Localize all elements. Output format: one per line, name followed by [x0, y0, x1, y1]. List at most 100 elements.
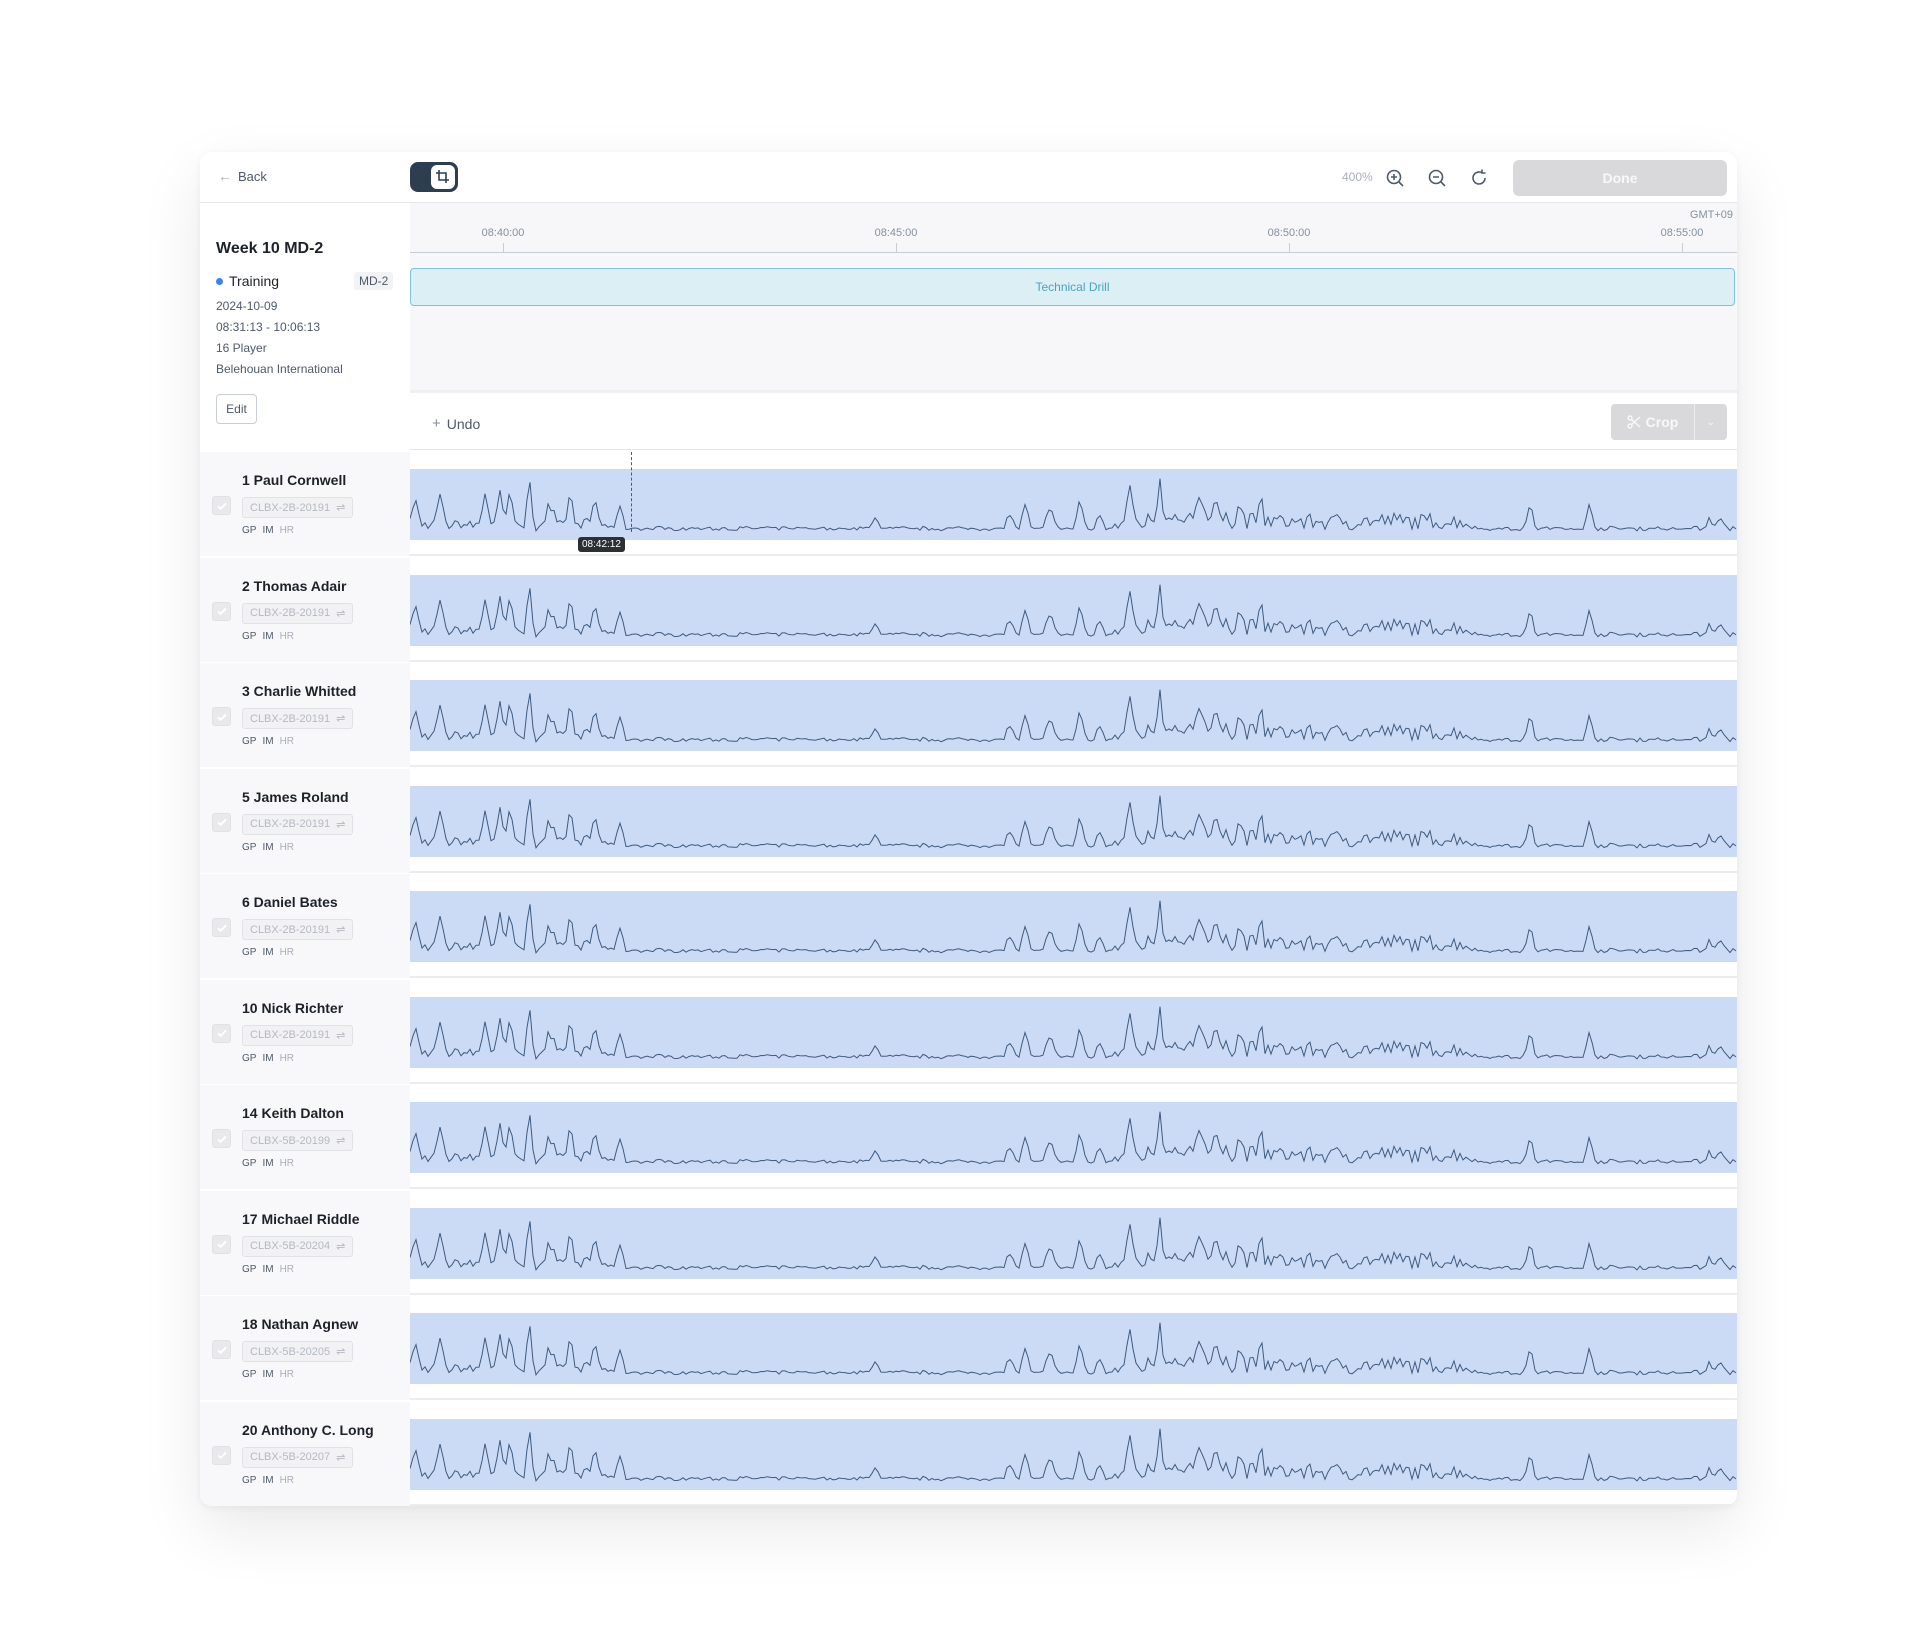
crop-mode-toggle[interactable]: [410, 162, 458, 192]
sensor-gp: GP: [242, 947, 257, 958]
sensor-list: GP IM HR: [242, 842, 294, 853]
sensor-hr: HR: [279, 736, 295, 747]
player-row: 6 Daniel Bates CLBX-2B-20191 ⇌ GP IM HR: [200, 874, 1737, 978]
crop-options-dropdown[interactable]: ⌄: [1695, 404, 1727, 440]
player-row: 17 Michael Riddle CLBX-5B-20204 ⇌ GP IM …: [200, 1190, 1737, 1295]
player-checkbox[interactable]: [212, 918, 231, 937]
swap-icon: ⇌: [336, 924, 346, 936]
player-info: 2 Thomas Adair CLBX-2B-20191 ⇌ GP IM HR: [200, 557, 410, 662]
player-signal-track[interactable]: [410, 469, 1737, 540]
time-tick: 08:55:00: [1660, 227, 1704, 239]
signal-waveform: [410, 1006, 1737, 1060]
sensor-list: GP IM HR: [242, 525, 294, 536]
device-id: CLBX-5B-20207: [250, 1451, 331, 1463]
device-selector[interactable]: CLBX-5B-20199 ⇌: [242, 1130, 354, 1151]
time-tick: 08:50:00: [1267, 227, 1311, 239]
back-button[interactable]: ← Back: [218, 168, 267, 184]
device-selector[interactable]: CLBX-2B-20191 ⇌: [242, 919, 354, 940]
sensor-hr: HR: [279, 1369, 295, 1380]
player-signal-track[interactable]: [410, 1418, 1737, 1490]
device-id: CLBX-2B-20191: [250, 607, 331, 619]
device-id: CLBX-2B-20191: [250, 1029, 331, 1041]
player-checkbox[interactable]: [212, 496, 231, 515]
session-time-range: 08:31:13 - 10:06:13: [216, 320, 321, 334]
player-checkbox[interactable]: [212, 1129, 231, 1148]
sensor-list: GP IM HR: [242, 631, 294, 642]
player-row: 5 James Roland CLBX-2B-20191 ⇌ GP IM HR: [200, 768, 1737, 873]
player-signal-track[interactable]: [410, 996, 1737, 1068]
player-name: 17 Michael Riddle: [242, 1210, 360, 1227]
crop-button[interactable]: Crop: [1611, 404, 1695, 440]
device-selector[interactable]: CLBX-5B-20204 ⇌: [242, 1235, 354, 1257]
reset-zoom-button[interactable]: [1466, 165, 1492, 191]
player-signal-track[interactable]: [410, 785, 1737, 857]
sensor-gp: GP: [242, 1369, 257, 1380]
player-checkbox[interactable]: [212, 1023, 231, 1043]
player-info: 6 Daniel Bates CLBX-2B-20191 ⇌ GP IM HR: [200, 874, 410, 978]
device-id: CLBX-5B-20205: [250, 1345, 331, 1358]
undo-label: Undo: [446, 415, 481, 432]
device-selector[interactable]: CLBX-2B-20191 ⇌: [242, 497, 354, 518]
tick-mark: [503, 243, 504, 252]
sensor-list: GP IM HR: [242, 1053, 294, 1064]
player-name: 10 Nick Richter: [242, 999, 344, 1016]
time-cursor-line[interactable]: [631, 452, 632, 532]
device-selector[interactable]: CLBX-2B-20191 ⇌: [242, 813, 354, 835]
sensor-hr: HR: [279, 1263, 295, 1275]
sensor-hr: HR: [279, 1474, 295, 1486]
zoom-in-button[interactable]: [1382, 165, 1408, 191]
sensor-im: IM: [262, 947, 274, 958]
signal-waveform: [410, 900, 1737, 954]
device-id: CLBX-2B-20191: [250, 712, 331, 725]
player-checkbox[interactable]: [212, 1234, 231, 1254]
sensor-gp: GP: [242, 841, 257, 853]
device-id: CLBX-5B-20199: [250, 1134, 331, 1147]
sensor-list: GP IM HR: [242, 1369, 294, 1380]
arrow-left-icon: ←: [218, 168, 232, 184]
session-player-count: 16 Player: [216, 341, 267, 355]
signal-waveform: [410, 1322, 1737, 1376]
edit-session-button[interactable]: Edit: [216, 394, 257, 424]
player-row: 2 Thomas Adair CLBX-2B-20191 ⇌ GP IM HR: [200, 557, 1737, 662]
phase-technical-drill[interactable]: Technical Drill: [410, 268, 1735, 306]
swap-icon: ⇌: [336, 607, 346, 620]
done-button[interactable]: Done: [1513, 160, 1727, 196]
player-signal-track[interactable]: [410, 574, 1737, 646]
edit-toolbar: + Undo Crop ⌄: [410, 396, 1737, 450]
player-signal-track[interactable]: [410, 891, 1737, 962]
player-row: 3 Charlie Whitted CLBX-2B-20191 ⇌ GP IM …: [200, 663, 1737, 767]
device-selector[interactable]: CLBX-5B-20207 ⇌: [242, 1446, 354, 1468]
player-signal-track[interactable]: [410, 680, 1737, 751]
sensor-im: IM: [262, 841, 274, 853]
player-checkbox[interactable]: [212, 1445, 231, 1465]
player-name: 18 Nathan Agnew: [242, 1316, 359, 1332]
zoom-out-button[interactable]: [1424, 165, 1450, 191]
device-selector[interactable]: CLBX-5B-20205 ⇌: [242, 1341, 354, 1362]
check-icon: [216, 1451, 227, 1460]
player-signal-track[interactable]: [410, 1313, 1737, 1384]
sensor-hr: HR: [279, 630, 295, 642]
player-checkbox[interactable]: [212, 707, 231, 726]
player-name: 5 James Roland: [242, 788, 349, 805]
player-name: 6 Daniel Bates: [242, 894, 338, 910]
check-icon: [216, 1029, 227, 1038]
signal-waveform: [410, 584, 1737, 638]
device-id: CLBX-2B-20191: [250, 501, 331, 514]
time-tick: 08:45:00: [874, 227, 918, 239]
sensor-im: IM: [262, 1474, 274, 1486]
player-checkbox[interactable]: [212, 1340, 231, 1359]
sensor-hr: HR: [279, 947, 295, 958]
player-checkbox[interactable]: [212, 812, 231, 832]
player-signal-track[interactable]: [410, 1102, 1737, 1173]
player-signal-track[interactable]: [410, 1207, 1737, 1279]
device-selector[interactable]: CLBX-2B-20191 ⇌: [242, 602, 354, 624]
device-selector[interactable]: CLBX-2B-20191 ⇌: [242, 1024, 354, 1046]
player-name: 14 Keith Dalton: [242, 1105, 344, 1121]
swap-icon: ⇌: [336, 713, 346, 725]
device-id: CLBX-5B-20204: [250, 1240, 331, 1252]
undo-button[interactable]: + Undo: [432, 415, 480, 432]
player-checkbox[interactable]: [212, 601, 231, 621]
signal-waveform: [410, 1428, 1737, 1482]
device-selector[interactable]: CLBX-2B-20191 ⇌: [242, 708, 354, 729]
sensor-gp: GP: [242, 1158, 257, 1169]
